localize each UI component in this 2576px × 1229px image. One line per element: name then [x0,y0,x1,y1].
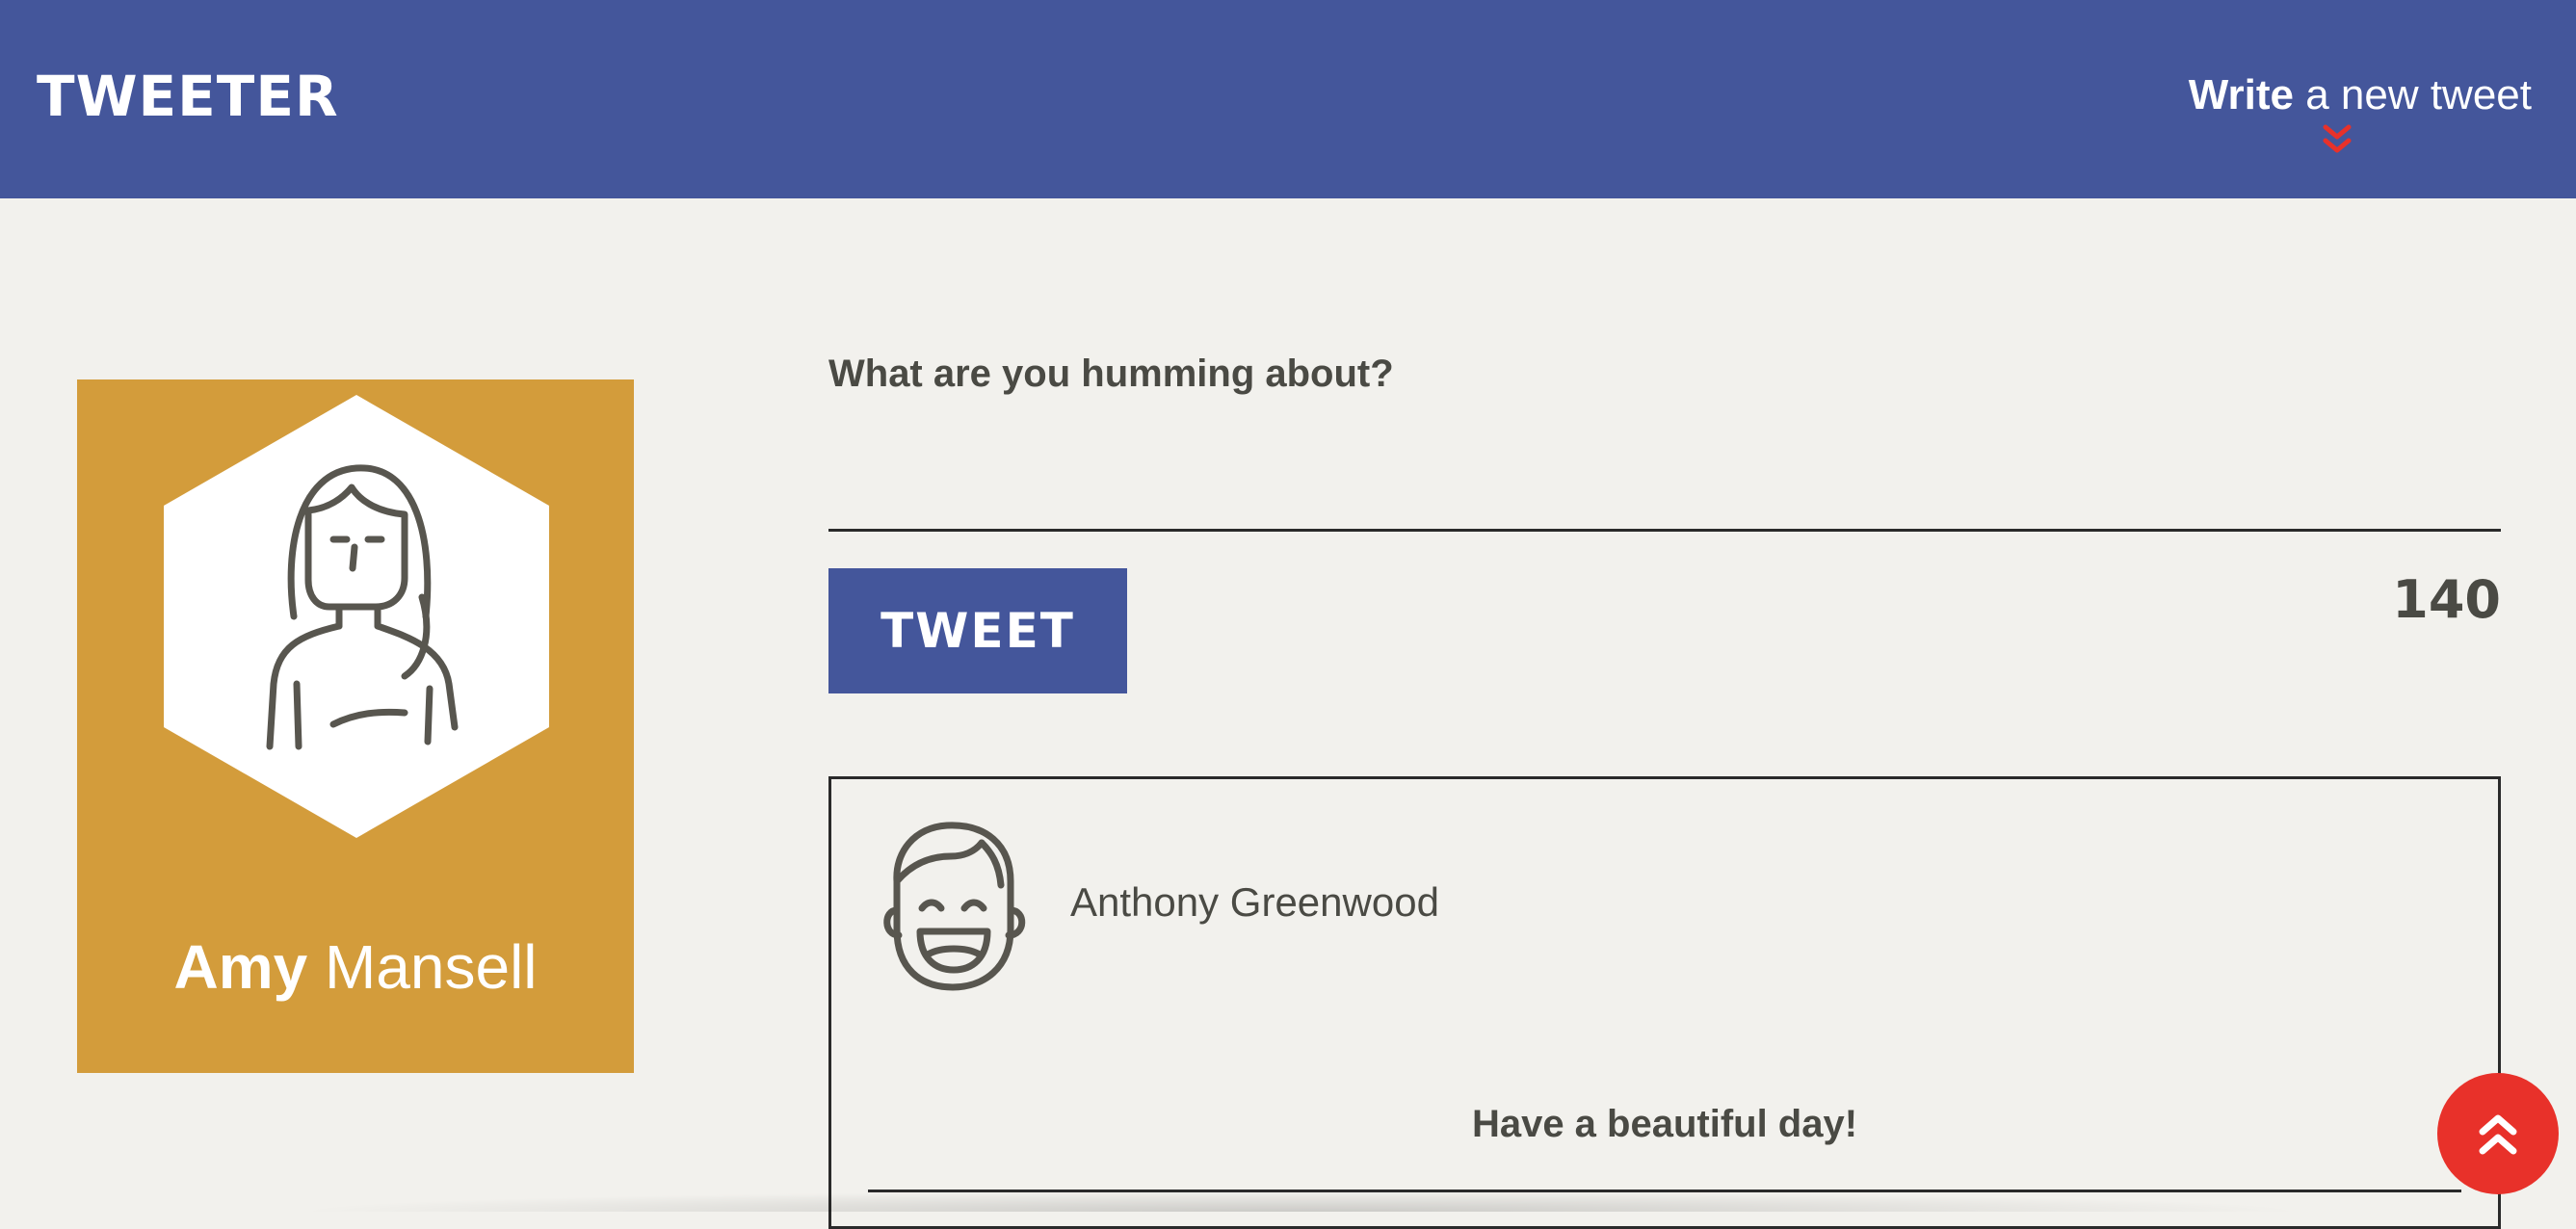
chevron-double-down-icon [2323,124,2352,153]
chevron-double-up-icon [2479,1114,2517,1155]
write-new-tweet-label: Write a new tweet [2127,62,2532,129]
profile-last-name: Mansell [307,932,538,1002]
compose-label: What are you humming about? [828,353,1394,395]
top-nav-bar: TWEETER Write a new tweet [0,0,2576,198]
scroll-to-top-button[interactable] [2437,1073,2559,1194]
write-new-tweet-toggle[interactable]: Write a new tweet [2127,62,2532,153]
character-counter: 140 [2392,569,2501,630]
tweet-button[interactable]: TWEET [828,568,1127,693]
profile-card: Amy Mansell [77,379,634,1073]
tweet-card: Anthony Greenwood Have a beautiful day! [828,776,2501,1229]
tweet-input[interactable] [828,424,2501,532]
profile-first-name: Amy [173,932,308,1002]
tweet-author-name: Anthony Greenwood [1070,879,1439,925]
profile-name: Amy Mansell [77,928,634,1006]
card-shadow [289,1190,2312,1212]
write-label-strong: Write [2188,71,2294,118]
write-label-rest: a new tweet [2293,71,2532,118]
tweet-content: Have a beautiful day! [1471,1103,1858,1145]
app-logo[interactable]: TWEETER [37,58,339,135]
woman-avatar-icon [164,395,549,838]
smiling-man-avatar-icon [883,822,1026,991]
